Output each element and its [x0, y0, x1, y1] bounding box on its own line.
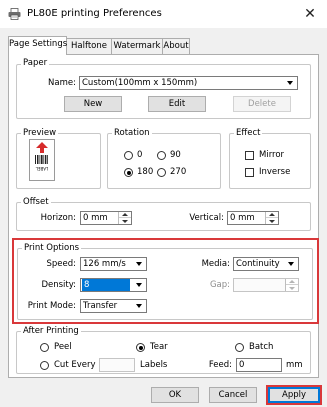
close-icon[interactable]: ✕	[300, 4, 320, 24]
tear-label: Tear	[150, 342, 168, 352]
feed-input[interactable]: 0	[236, 358, 282, 372]
inverse-label: Inverse	[259, 167, 291, 177]
chevron-down-icon	[284, 77, 297, 89]
offset-legend: Offset	[21, 197, 51, 207]
rotation-90-radio[interactable]	[157, 151, 166, 160]
new-button[interactable]: New	[64, 96, 122, 112]
density-select[interactable]: 8	[80, 278, 147, 292]
after-printing-legend: After Printing	[21, 326, 81, 336]
arrow-up-icon	[36, 142, 48, 153]
effect-group	[229, 133, 311, 189]
preview-legend: Preview	[21, 128, 59, 138]
rotation-90-label: 90	[170, 150, 181, 160]
tear-radio[interactable]	[136, 343, 145, 352]
rotation-0-label: 0	[137, 150, 143, 160]
peel-label: Peel	[54, 342, 72, 352]
tab-watermark[interactable]: Watermark	[111, 38, 163, 54]
peel-radio[interactable]	[40, 343, 49, 352]
preview-label-text: LABEL	[35, 166, 49, 171]
gap-spinner[interactable]	[285, 279, 298, 291]
paper-name-select[interactable]: Custom(100mm x 150mm)	[79, 76, 298, 90]
media-select[interactable]: Continuity	[233, 257, 299, 271]
chevron-down-icon	[133, 279, 146, 291]
tab-about[interactable]: About	[162, 38, 190, 54]
speed-label: Speed:	[46, 259, 76, 269]
rotation-180-label: 180	[137, 167, 154, 177]
apply-highlight	[266, 385, 322, 405]
chevron-down-icon	[133, 300, 146, 312]
labels-label: Labels	[140, 360, 168, 370]
delete-button[interactable]: Delete	[233, 96, 291, 112]
feed-unit-label: mm	[286, 360, 303, 370]
mirror-checkbox[interactable]	[245, 151, 254, 160]
feed-value: 0	[239, 360, 245, 370]
rotation-180-radio[interactable]	[124, 168, 133, 177]
paper-name-value: Custom(100mm x 150mm)	[82, 78, 198, 88]
vertical-value: 0 mm	[230, 213, 255, 223]
cut-every-input[interactable]	[99, 358, 135, 372]
cut-every-label: Cut Every	[54, 360, 96, 370]
horizon-spinner[interactable]	[118, 212, 131, 224]
density-label: Density:	[41, 280, 76, 290]
rotation-legend: Rotation	[112, 128, 152, 138]
batch-label: Batch	[249, 342, 274, 352]
vertical-input[interactable]: 0 mm	[227, 211, 279, 225]
horizon-value: 0 mm	[83, 213, 108, 223]
edit-button[interactable]: Edit	[148, 96, 206, 112]
chevron-down-icon	[133, 258, 146, 270]
feed-label: Feed:	[208, 360, 232, 370]
density-value: 8	[82, 279, 130, 291]
mirror-label: Mirror	[259, 150, 285, 160]
paper-name-label: Name:	[48, 78, 76, 88]
gap-label: Gap:	[209, 280, 230, 290]
speed-select[interactable]: 126 mm/s	[80, 257, 147, 271]
horizon-input[interactable]: 0 mm	[80, 211, 132, 225]
inverse-checkbox[interactable]	[245, 168, 254, 177]
batch-radio[interactable]	[235, 343, 244, 352]
tab-page-settings[interactable]: Page Settings	[8, 36, 67, 55]
label-preview: LABEL	[29, 139, 55, 181]
gap-input[interactable]	[233, 278, 299, 292]
print-mode-label: Print Mode:	[27, 301, 76, 311]
horizon-label: Horizon:	[40, 213, 76, 223]
tab-halftone[interactable]: Halftone	[66, 38, 112, 54]
print-mode-select[interactable]: Transfer	[80, 299, 147, 313]
media-value: Continuity	[236, 259, 280, 269]
chevron-down-icon	[285, 258, 298, 270]
speed-value: 126 mm/s	[83, 259, 126, 269]
print-options-legend: Print Options	[22, 243, 82, 253]
rotation-0-radio[interactable]	[124, 151, 133, 160]
media-label: Media:	[201, 259, 230, 269]
rotation-270-label: 270	[170, 167, 187, 177]
window-title: PL80E printing Preferences	[27, 8, 162, 19]
paper-legend: Paper	[21, 58, 50, 68]
cancel-button[interactable]: Cancel	[209, 387, 257, 403]
printer-icon	[8, 8, 21, 20]
vertical-label: Vertical:	[189, 213, 224, 223]
barcode-icon	[35, 155, 48, 164]
ok-button[interactable]: OK	[151, 387, 199, 403]
rotation-group	[107, 133, 221, 189]
cut-every-radio[interactable]	[40, 361, 49, 370]
vertical-spinner[interactable]	[265, 212, 278, 224]
rotation-270-radio[interactable]	[157, 168, 166, 177]
effect-legend: Effect	[234, 128, 263, 138]
print-mode-value: Transfer	[83, 301, 118, 311]
